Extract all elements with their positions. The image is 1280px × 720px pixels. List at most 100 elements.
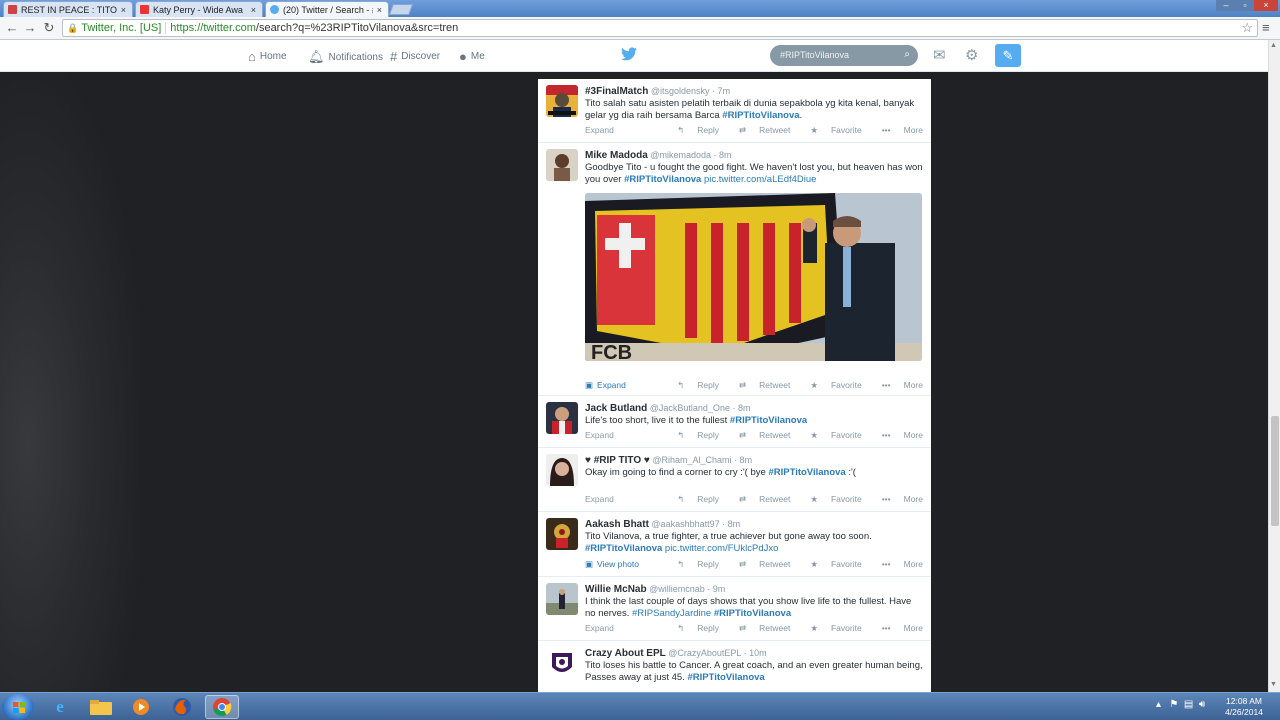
favorite-button[interactable]: ★ Favorite xyxy=(800,494,861,504)
tweet-author-name[interactable]: Mike Madoda xyxy=(585,150,648,161)
hashtag-link[interactable]: #RIPTitoVilanova xyxy=(730,415,807,426)
more-button[interactable]: ••• More xyxy=(872,494,923,504)
retweet-button[interactable]: ⇄ Retweet xyxy=(729,125,790,135)
media-player-icon[interactable] xyxy=(124,695,158,719)
tweet-timestamp[interactable]: · 7m xyxy=(712,86,730,96)
reply-button[interactable]: ↰ Reply xyxy=(667,380,719,390)
volume-icon[interactable]: 🔊︎ xyxy=(1199,699,1205,710)
reply-button[interactable]: ↰ Reply xyxy=(667,623,719,633)
close-tab-icon[interactable]: × xyxy=(251,5,256,15)
favorite-button[interactable]: ★ Favorite xyxy=(800,559,861,569)
hashtag-link[interactable]: #RIPTitoVilanova xyxy=(585,543,662,554)
twitter-bird-icon[interactable] xyxy=(621,47,637,61)
minimize-button[interactable]: – xyxy=(1216,0,1236,11)
search-icon[interactable]: ⌕ xyxy=(904,49,910,60)
more-button[interactable]: ••• More xyxy=(872,623,923,633)
reply-button[interactable]: ↰ Reply xyxy=(667,430,719,440)
close-tab-icon[interactable]: × xyxy=(121,5,126,15)
favorite-button[interactable]: ★ Favorite xyxy=(800,125,861,135)
pic-link[interactable]: pic.twitter.com/FUklcPdJxo xyxy=(662,543,779,554)
browser-tab-2[interactable]: Katy Perry - Wide Awa × xyxy=(135,1,263,17)
favorite-button[interactable]: ★ Favorite xyxy=(800,380,861,390)
more-button[interactable]: ••• More xyxy=(872,380,923,390)
tweet-author-handle[interactable]: @aakashbhatt97 xyxy=(651,519,719,529)
tweet-item[interactable]: Crazy About EPL @CrazyAboutEPL · 10m Tit… xyxy=(538,641,931,695)
tweet-author-handle[interactable]: @williemcnab xyxy=(649,584,705,594)
retweet-button[interactable]: ⇄ Retweet xyxy=(729,623,790,633)
avatar[interactable] xyxy=(546,85,578,117)
tweet-timestamp[interactable]: · 10m xyxy=(744,648,767,658)
pic-link[interactable]: pic.twitter.com/aLEdf4Diue xyxy=(701,174,816,185)
hashtag-link[interactable]: #RIPTitoVilanova xyxy=(722,110,799,121)
reply-button[interactable]: ↰ Reply xyxy=(667,559,719,569)
retweet-button[interactable]: ⇄ Retweet xyxy=(729,559,790,569)
retweet-button[interactable]: ⇄ Retweet xyxy=(729,430,790,440)
tweet-item[interactable]: Aakash Bhatt @aakashbhatt97 · 8m Tito Vi… xyxy=(538,512,931,577)
nav-discover[interactable]: # Discover xyxy=(390,49,440,64)
tweet-timestamp[interactable]: · 8m xyxy=(714,150,732,160)
compose-tweet-button[interactable]: ✎ xyxy=(995,44,1021,67)
more-button[interactable]: ••• More xyxy=(872,125,923,135)
favorite-button[interactable]: ★ Favorite xyxy=(800,623,861,633)
hashtag-link[interactable]: #RIPTitoVilanova xyxy=(714,608,791,619)
browser-tab-1[interactable]: REST IN PEACE : TITO VIL × xyxy=(3,1,133,17)
expand-link[interactable]: Expand xyxy=(585,125,614,135)
tweet-author-handle[interactable]: @mikemadoda xyxy=(650,150,711,160)
tweet-author-name[interactable]: ♥ #RIP TITO ♥ xyxy=(585,455,650,466)
tweet-author-handle[interactable]: @CrazyAboutEPL xyxy=(668,648,741,658)
tweet-timestamp[interactable]: · 9m xyxy=(707,584,725,594)
nav-home[interactable]: ⌂ Home xyxy=(248,49,287,64)
avatar[interactable] xyxy=(546,647,578,679)
forward-icon[interactable]: → xyxy=(21,20,39,36)
hashtag-link[interactable]: #RIPTitoVilanova xyxy=(624,174,701,185)
reload-icon[interactable]: ↻ xyxy=(40,20,58,36)
nav-me[interactable]: ● Me xyxy=(459,49,485,64)
scroll-up-icon[interactable]: ▲ xyxy=(1270,42,1277,49)
chrome-menu-icon[interactable]: ≡ xyxy=(1262,20,1270,35)
maximize-button[interactable]: ▫ xyxy=(1236,0,1254,11)
file-explorer-icon[interactable] xyxy=(84,695,118,719)
avatar[interactable] xyxy=(546,518,578,550)
favorite-button[interactable]: ★ Favorite xyxy=(800,430,861,440)
show-hidden-icons-icon[interactable]: ▴ xyxy=(1156,699,1161,710)
more-button[interactable]: ••• More xyxy=(872,559,923,569)
tweet-item[interactable]: Willie McNab @williemcnab · 9m I think t… xyxy=(538,577,931,641)
scroll-down-icon[interactable]: ▼ xyxy=(1270,681,1277,688)
tweet-author-handle[interactable]: @Riham_Al_Chami xyxy=(652,455,731,465)
flag-icon[interactable]: ⚑ xyxy=(1169,699,1178,710)
gear-icon[interactable]: ⚙ xyxy=(965,46,978,64)
close-tab-icon[interactable]: × xyxy=(377,5,382,15)
avatar[interactable] xyxy=(546,149,578,181)
expand-link[interactable]: Expand xyxy=(585,494,614,504)
reply-button[interactable]: ↰ Reply xyxy=(667,494,719,504)
expand-link[interactable]: Expand xyxy=(585,623,614,633)
tweet-timestamp[interactable]: · 8m xyxy=(732,403,750,413)
close-window-button[interactable]: × xyxy=(1254,0,1278,11)
firefox-icon[interactable] xyxy=(165,695,199,719)
tweet-timestamp[interactable]: · 8m xyxy=(722,519,740,529)
avatar[interactable] xyxy=(546,583,578,615)
retweet-button[interactable]: ⇄ Retweet xyxy=(729,494,790,504)
tweet-item[interactable]: ♥ #RIP TITO ♥ @Riham_Al_Chami · 8m Okay … xyxy=(538,448,931,512)
address-bar[interactable]: 🔒 Twitter, Inc. [US] https://twitter.com… xyxy=(62,19,1258,37)
tweet-item[interactable]: #3FinalMatch @itsgoldensky · 7m Tito sal… xyxy=(538,79,931,143)
nav-notifications[interactable]: 🔔︎ Notifications xyxy=(308,49,383,65)
expand-link[interactable]: ▣ Expand xyxy=(585,380,626,391)
url-text[interactable]: https://twitter.com/search?q=%23RIPTitoV… xyxy=(170,22,458,34)
more-button[interactable]: ••• More xyxy=(872,430,923,440)
tweet-item[interactable]: Mike Madoda @mikemadoda · 8m Goodbye Tit… xyxy=(538,143,931,396)
tweet-photo[interactable]: FCB xyxy=(585,193,922,361)
new-tab-button[interactable] xyxy=(388,4,414,15)
tweet-author-name[interactable]: Jack Butland xyxy=(585,403,647,414)
expand-link[interactable]: Expand xyxy=(585,430,614,440)
avatar[interactable] xyxy=(546,454,578,486)
bookmark-star-icon[interactable]: ☆ xyxy=(1241,20,1253,36)
tweet-timestamp[interactable]: · 8m xyxy=(734,455,752,465)
hashtag-link[interactable]: #RIPSandyJardine xyxy=(632,608,711,619)
ev-certificate-badge[interactable]: 🔒 Twitter, Inc. [US] xyxy=(63,22,167,34)
taskbar-clock[interactable]: 12:08 AM 4/26/2014 xyxy=(1222,696,1266,718)
messages-icon[interactable]: ✉ xyxy=(933,46,946,64)
avatar[interactable] xyxy=(546,402,578,434)
network-icon[interactable]: ▤ xyxy=(1184,699,1193,710)
hashtag-link[interactable]: #RIPTitoVilanova xyxy=(768,467,845,478)
